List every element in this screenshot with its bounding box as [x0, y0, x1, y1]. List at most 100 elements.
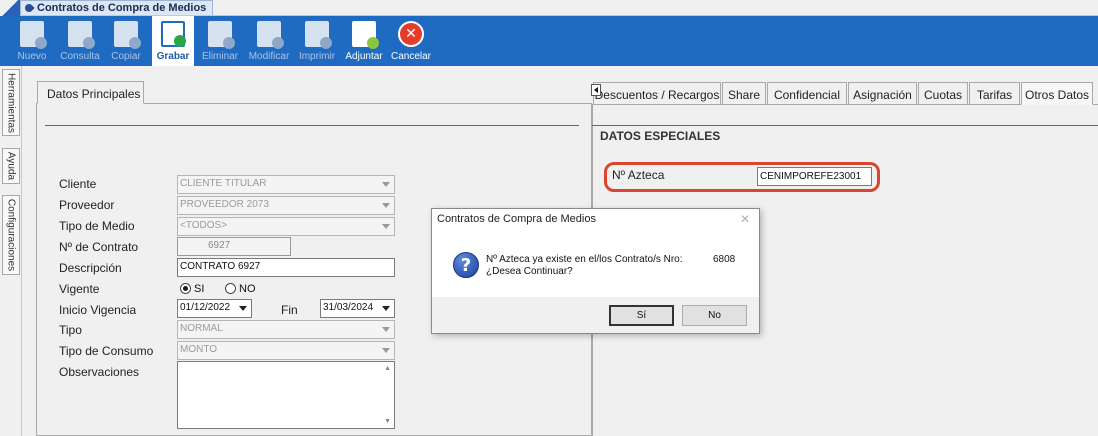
tab-assignment-label: Asignación — [853, 88, 912, 102]
chevron-down-icon — [382, 203, 390, 208]
print-button[interactable]: Imprimir — [296, 16, 338, 66]
chevron-down-icon — [382, 306, 390, 311]
delete-button[interactable]: Eliminar — [200, 16, 240, 66]
type-select[interactable]: NORMAL — [177, 320, 395, 339]
question-icon: ? — [453, 252, 479, 278]
special-data-title: DATOS ESPECIALES — [600, 129, 721, 143]
end-date-picker[interactable]: 31/03/2024 — [320, 299, 395, 318]
side-tab-tools-label: Herramientas — [5, 72, 17, 133]
document-tab-title: Contratos de Compra de Medios — [37, 2, 207, 14]
start-date-picker[interactable]: 01/12/2022 — [177, 299, 252, 318]
delete-button-label: Eliminar — [201, 51, 239, 62]
tab-installments-label: Cuotas — [923, 88, 963, 102]
side-tabs: Herramientas Ayuda Configuraciones — [0, 66, 22, 436]
save-button-label: Grabar — [156, 51, 190, 62]
client-value: CLIENTE TITULAR — [180, 178, 267, 189]
document-tab[interactable]: Contratos de Compra de Medios — [20, 0, 214, 15]
observations-label: Observaciones — [59, 365, 140, 379]
tab-share-label: Share — [727, 88, 761, 102]
side-tab-tools[interactable]: Herramientas — [2, 69, 20, 136]
printer-icon — [305, 21, 332, 49]
copy-button[interactable]: Copiar — [108, 16, 144, 66]
tab-assignment[interactable]: Asignación — [848, 82, 917, 105]
cancel-button[interactable]: Cancelar — [390, 16, 432, 66]
azteca-label: Nº Azteca — [612, 168, 665, 182]
chevron-down-icon — [382, 182, 390, 187]
tab-discounts-label: Descuentos / Recargos — [594, 88, 720, 102]
right-section-divider — [592, 125, 1098, 126]
client-select[interactable]: CLIENTE TITULAR — [177, 175, 395, 194]
tab-other-data[interactable]: Otros Datos — [1021, 82, 1093, 105]
scroll-up-icon[interactable]: ▲ — [384, 365, 391, 372]
contract-number-label: Nº de Contrato — [59, 240, 139, 254]
edit-document-icon — [257, 21, 284, 49]
dialog-contract-number: 6808 — [713, 254, 736, 265]
save-button[interactable]: Grabar — [152, 16, 194, 66]
confirm-dialog: Contratos de Compra de Medios ✕ ? Nº Azt… — [431, 208, 760, 334]
tab-discounts[interactable]: Descuentos / Recargos — [593, 82, 721, 105]
chevron-down-icon — [382, 348, 390, 353]
valid-no-label: NO — [239, 283, 256, 295]
dialog-message: Nº Azteca ya existe en el/los Contrato/s… — [486, 254, 683, 265]
end-date-value: 31/03/2024 — [323, 302, 374, 313]
side-tab-settings-label: Configuraciones — [5, 198, 17, 272]
edit-button[interactable]: Modificar — [246, 16, 292, 66]
valid-yes-radio[interactable] — [180, 283, 191, 294]
side-tab-settings[interactable]: Configuraciones — [2, 195, 20, 275]
title-bar: Contratos de Compra de Medios — [0, 0, 1098, 16]
media-type-select[interactable]: <TODOS> — [177, 217, 395, 236]
attach-document-icon — [352, 21, 379, 49]
consumption-type-select[interactable]: MONTO — [177, 341, 395, 360]
tab-other-data-label: Otros Datos — [1024, 88, 1090, 102]
description-field[interactable]: CONTRATO 6927 — [177, 258, 395, 277]
consumption-type-value: MONTO — [180, 344, 218, 355]
dialog-footer: Sí No — [432, 297, 759, 333]
corner-logo — [0, 0, 20, 16]
provider-select[interactable]: PROVEEDOR 2073 — [177, 196, 395, 215]
tab-confidential[interactable]: Confidencial — [767, 82, 847, 105]
observations-textarea[interactable]: ▲ ▼ — [177, 361, 395, 429]
tab-confidential-label: Confidencial — [773, 88, 841, 102]
query-document-icon — [68, 21, 95, 49]
tab-rates-label: Tarifas — [976, 88, 1013, 102]
start-date-label: Inicio Vigencia — [59, 303, 137, 317]
new-document-icon — [20, 21, 47, 49]
cancel-icon — [398, 21, 424, 47]
media-type-label: Tipo de Medio — [59, 219, 135, 233]
provider-value: PROVEEDOR 2073 — [180, 199, 269, 210]
copy-icon — [114, 21, 141, 49]
provider-label: Proveedor — [59, 198, 115, 212]
copy-button-label: Copiar — [111, 51, 141, 62]
valid-yes-label: SI — [194, 283, 205, 295]
chevron-down-icon — [239, 306, 247, 311]
dialog-title: Contratos de Compra de Medios — [437, 213, 596, 225]
tab-main-data-label: Datos Principales — [47, 87, 141, 101]
yes-button[interactable]: Sí — [609, 305, 674, 326]
attach-button[interactable]: Adjuntar — [342, 16, 386, 66]
tab-installments[interactable]: Cuotas — [918, 82, 968, 105]
no-button[interactable]: No — [682, 305, 747, 326]
chevron-down-icon — [382, 327, 390, 332]
tab-rates[interactable]: Tarifas — [969, 82, 1020, 105]
tab-main-data[interactable]: Datos Principales — [37, 81, 144, 104]
chevron-down-icon — [382, 224, 390, 229]
edit-button-label: Modificar — [248, 51, 290, 62]
new-button[interactable]: Nuevo — [16, 16, 48, 66]
cancel-button-label: Cancelar — [390, 51, 432, 62]
main-toolbar: Nuevo Consulta Copiar Grabar Eliminar Mo… — [0, 16, 1098, 66]
azteca-field[interactable]: CENIMPOREFE23001 — [757, 167, 872, 186]
query-button[interactable]: Consulta — [58, 16, 102, 66]
side-tab-help[interactable]: Ayuda — [2, 148, 20, 184]
close-icon[interactable]: ✕ — [740, 212, 750, 226]
type-value: NORMAL — [180, 323, 223, 334]
start-date-value: 01/12/2022 — [180, 302, 231, 313]
scroll-down-icon[interactable]: ▼ — [384, 418, 391, 425]
media-type-value: <TODOS> — [180, 220, 228, 231]
app-icon — [23, 2, 35, 14]
tab-scroll-left-icon[interactable] — [591, 84, 601, 96]
new-button-label: Nuevo — [17, 51, 47, 62]
valid-no-radio[interactable] — [225, 283, 236, 294]
section-divider — [45, 125, 579, 126]
tab-share[interactable]: Share — [722, 82, 766, 105]
contract-number-field: 6927 — [177, 237, 291, 256]
